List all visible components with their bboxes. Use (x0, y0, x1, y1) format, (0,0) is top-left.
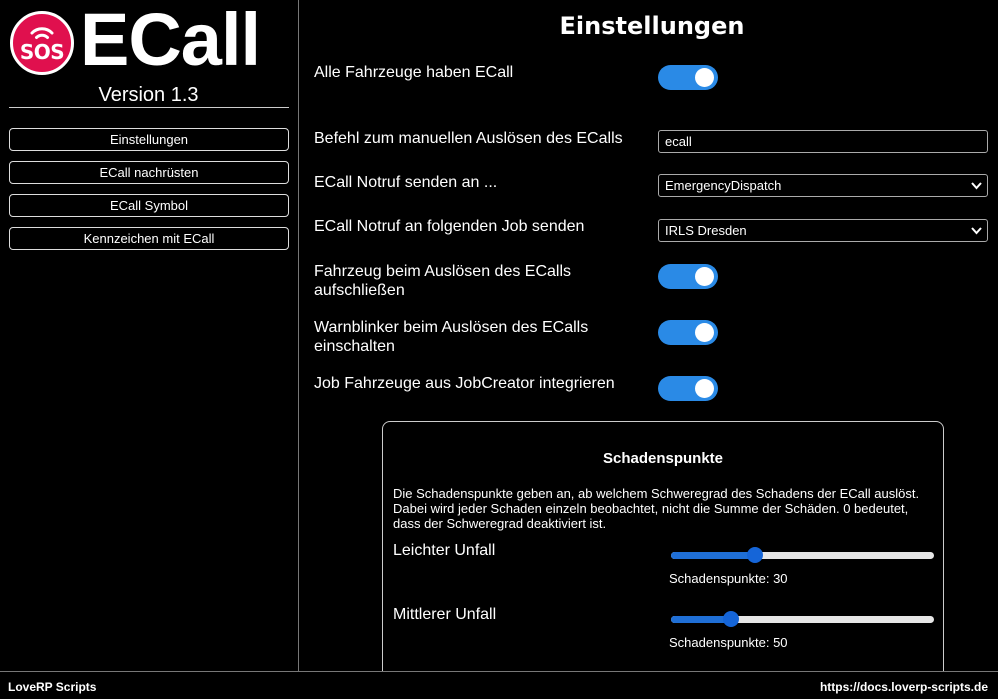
toggle-knob (695, 323, 714, 342)
hazard-lights-label-line2: einschalten (314, 338, 395, 355)
light-accident-slider[interactable] (671, 547, 934, 563)
brand-name: ECall (80, 0, 261, 81)
chevron-down-icon (971, 227, 982, 235)
send-to-job-label: ECall Notruf an folgenden Job senden (314, 218, 585, 235)
all-vehicles-toggle[interactable] (658, 65, 718, 90)
nav-button-einstellungen[interactable]: Einstellungen (9, 128, 289, 151)
sidebar: SOS ECall Version 1.3 Einstellungen ECal… (0, 0, 299, 671)
manual-command-input[interactable] (658, 130, 988, 153)
jobcreator-toggle[interactable] (658, 376, 718, 401)
send-to-selected: EmergencyDispatch (665, 178, 782, 193)
hazard-lights-label: Warnblinker beim Auslösen des ECalls ein… (314, 318, 634, 356)
chevron-down-icon (971, 182, 982, 190)
medium-accident-label: Mittlerer Unfall (393, 606, 497, 623)
nav-button-kennzeichen[interactable]: Kennzeichen mit ECall (9, 227, 289, 250)
sidebar-divider (9, 107, 289, 108)
send-to-job-selected: IRLS Dresden (665, 223, 747, 238)
jobcreator-label: Job Fahrzeuge aus JobCreator integrieren (314, 375, 615, 392)
toggle-knob (695, 379, 714, 398)
slider-fill (671, 616, 732, 623)
damage-card-description: Die Schadenspunkte geben an, ab welchem … (393, 486, 920, 531)
version-label: Version 1.3 (98, 84, 199, 106)
nav-button-ecall-symbol[interactable]: ECall Symbol (9, 194, 289, 217)
slider-thumb[interactable] (723, 611, 740, 627)
slider-fill (671, 552, 756, 559)
sidebar-nav: Einstellungen ECall nachrüsten ECall Sym… (9, 128, 289, 260)
footer-brand: LoveRP Scripts (8, 680, 97, 694)
nav-button-ecall-nachruesten[interactable]: ECall nachrüsten (9, 161, 289, 184)
hazard-lights-label-line1: Warnblinker beim Auslösen des ECalls (314, 319, 589, 336)
toggle-knob (695, 68, 714, 87)
sos-badge-text: SOS (19, 40, 65, 64)
footer: LoveRP Scripts https://docs.loverp-scrip… (0, 671, 998, 699)
unlock-vehicle-label: Fahrzeug beim Auslösen des ECalls aufsch… (314, 262, 634, 300)
light-accident-label: Leichter Unfall (393, 542, 496, 559)
sos-badge-icon: SOS (10, 11, 74, 75)
page-title: Einstellungen (559, 12, 745, 40)
manual-command-label: Befehl zum manuellen Auslösen des ECalls (314, 130, 623, 147)
footer-docs-link[interactable]: https://docs.loverp-scripts.de (820, 680, 988, 694)
slider-thumb[interactable] (747, 547, 764, 563)
toggle-knob (695, 267, 714, 286)
unlock-vehicle-toggle[interactable] (658, 264, 718, 289)
damage-points-card: Schadenspunkte Die Schadenspunkte geben … (382, 421, 944, 671)
logo: SOS ECall (8, 0, 293, 80)
send-to-job-select[interactable]: IRLS Dresden (658, 219, 988, 242)
medium-accident-slider[interactable] (671, 611, 934, 627)
unlock-vehicle-label-line1: Fahrzeug beim Auslösen des ECalls (314, 263, 572, 280)
light-accident-value: Schadenspunkte: 30 (669, 571, 788, 586)
damage-card-title: Schadenspunkte (602, 450, 724, 467)
unlock-vehicle-label-line2: aufschließen (314, 282, 405, 299)
medium-accident-value: Schadenspunkte: 50 (669, 635, 788, 650)
all-vehicles-label: Alle Fahrzeuge haben ECall (314, 64, 514, 81)
send-to-label: ECall Notruf senden an ... (314, 174, 498, 191)
main-content: Einstellungen Alle Fahrzeuge haben ECall… (300, 0, 998, 671)
hazard-lights-toggle[interactable] (658, 320, 718, 345)
send-to-select[interactable]: EmergencyDispatch (658, 174, 988, 197)
